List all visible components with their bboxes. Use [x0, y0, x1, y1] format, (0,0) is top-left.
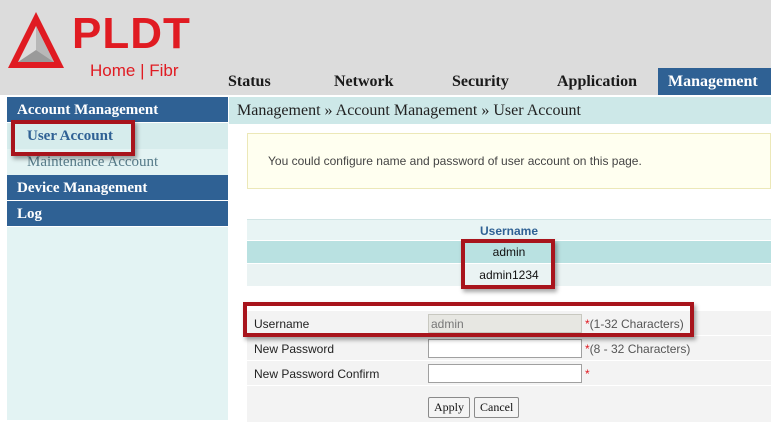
sidebar-filler [7, 227, 228, 420]
table-row-admin1234[interactable]: admin1234 [247, 264, 771, 287]
form-buttons: Apply Cancel [247, 386, 771, 422]
sidebar-item-user-account[interactable]: User Account [7, 123, 228, 149]
username-hint-text: (1-32 Characters) [589, 317, 684, 331]
confirm-password-field[interactable] [428, 364, 582, 383]
form-row-new-password: New Password *(8 - 32 Characters) [247, 336, 771, 361]
tab-application[interactable]: Application [557, 68, 637, 95]
form-row-username: Username *(1-32 Characters) [247, 311, 771, 336]
sidebar-section-device-management[interactable]: Device Management [7, 175, 228, 201]
confirm-password-label: New Password Confirm [254, 367, 380, 381]
form-row-confirm-password: New Password Confirm * [247, 361, 771, 386]
username-hint: *(1-32 Characters) [585, 317, 684, 331]
breadcrumb: Management » Account Management » User A… [229, 97, 771, 124]
new-password-hint: *(8 - 32 Characters) [585, 342, 690, 356]
sidebar-section-log[interactable]: Log [7, 201, 228, 227]
main-nav-tabs: Status Network Security Application Mana… [0, 68, 771, 95]
confirm-password-hint: * [585, 367, 590, 381]
apply-button[interactable]: Apply [428, 397, 470, 418]
table-header-username: Username [247, 219, 771, 241]
username-field[interactable] [428, 314, 582, 333]
new-password-field[interactable] [428, 339, 582, 358]
pldt-logo-icon [8, 12, 64, 68]
new-password-label: New Password [254, 342, 335, 356]
sidebar-item-maintenance-account[interactable]: Maintenance Account [7, 149, 228, 175]
tab-management[interactable]: Management [658, 68, 771, 95]
new-password-hint-text: (8 - 32 Characters) [589, 342, 691, 356]
page-description: You could configure name and password of… [247, 133, 771, 189]
user-account-form: Username *(1-32 Characters) New Password… [247, 311, 771, 386]
sidebar-section-account-management[interactable]: Account Management [7, 97, 228, 123]
table-row-admin[interactable]: admin [247, 241, 771, 264]
cancel-button[interactable]: Cancel [474, 397, 520, 418]
header: PLDT Home | Fibr Status Network Security… [0, 0, 771, 95]
brand-name: PLDT [72, 9, 191, 58]
user-account-table: Username admin admin1234 [247, 219, 771, 287]
confirm-password-required-mark: * [585, 367, 590, 381]
tab-status[interactable]: Status [228, 68, 271, 95]
page-description-text: You could configure name and password of… [268, 154, 642, 168]
tab-security[interactable]: Security [452, 68, 509, 95]
username-label: Username [254, 317, 310, 331]
tab-network[interactable]: Network [334, 68, 394, 95]
sidebar: Account Management User Account Maintena… [7, 97, 228, 422]
